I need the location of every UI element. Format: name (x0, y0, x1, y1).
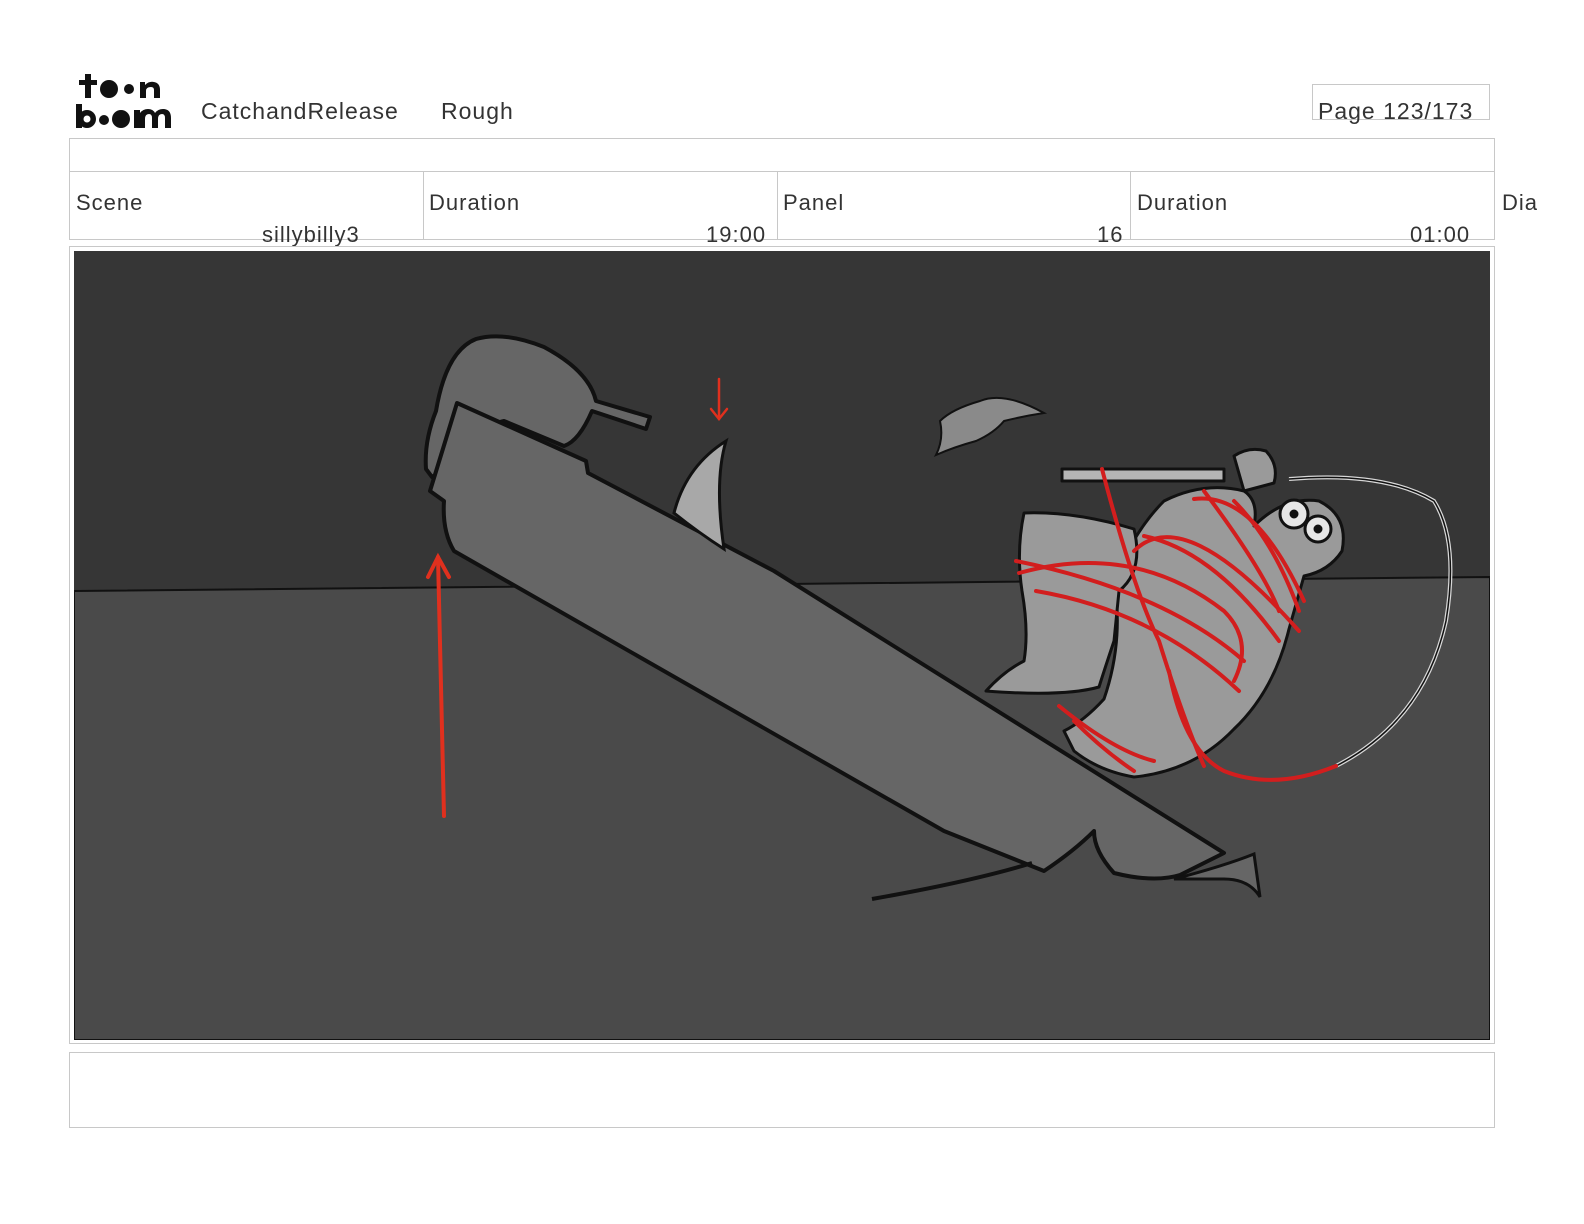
dialogue-label: Dia (1502, 190, 1539, 215)
panel-value: 16 (1097, 222, 1124, 247)
project-name: CatchandRelease (201, 98, 399, 124)
grid-line (69, 138, 70, 240)
panel-duration-value: 01:00 (1410, 222, 1471, 247)
stage-label: Rough (441, 98, 514, 124)
toonboom-logo (74, 70, 180, 132)
scene-label: Scene (76, 190, 144, 215)
grid-line (777, 171, 778, 240)
grid-line (1494, 138, 1495, 240)
grid-line (423, 171, 424, 240)
page-number: Page 123/173 (1318, 98, 1474, 124)
panel-label: Panel (783, 190, 845, 215)
header-rule-top (69, 138, 1495, 139)
scene-duration-value: 19:00 (706, 222, 767, 247)
panel-duration-label: Duration (1137, 190, 1229, 215)
notes-box (69, 1052, 1495, 1128)
header-rule-mid (69, 171, 1495, 172)
storyboard-panel-image (74, 251, 1490, 1040)
scene-duration-label: Duration (429, 190, 521, 215)
scene-value: sillybilly3 (262, 222, 360, 247)
grid-line (1130, 171, 1131, 240)
